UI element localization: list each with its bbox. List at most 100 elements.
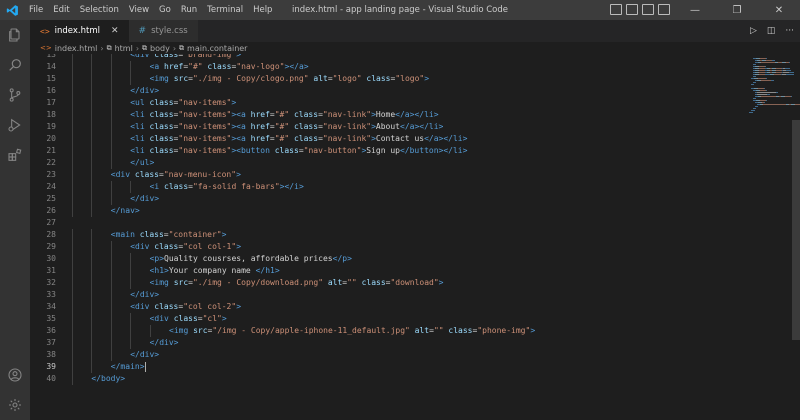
indent-guide: [72, 229, 73, 241]
code-token: <div: [130, 54, 155, 59]
code-line[interactable]: 27: [30, 217, 740, 229]
code-line[interactable]: 31 <h1>Your company name </h1>: [30, 265, 740, 277]
indent-guide: [130, 253, 132, 265]
code-line[interactable]: 13 <div class="brand-img">: [30, 54, 740, 61]
breadcrumb-item[interactable]: index.html: [55, 44, 98, 53]
code-token: <i: [149, 182, 165, 191]
customize-layout-icon[interactable]: [658, 4, 670, 15]
menu-item-selection[interactable]: Selection: [75, 0, 124, 20]
line-number: 31: [46, 266, 56, 275]
explorer-icon[interactable]: [0, 20, 30, 50]
indent-guide: [72, 193, 73, 205]
indent-guide: [91, 85, 93, 97]
code-line[interactable]: 26 </nav>: [30, 205, 740, 217]
code-token: "#": [274, 110, 294, 119]
code-line[interactable]: 21 <li class="nav-items"><button class="n…: [30, 145, 740, 157]
code-line[interactable]: 24 <i class="fa-solid fa-bars"></i>: [30, 181, 740, 193]
more-actions-icon[interactable]: ···: [785, 26, 794, 36]
editor-scrollbar[interactable]: [792, 120, 800, 340]
code-line[interactable]: 18 <li class="nav-items"><a href="#" clas…: [30, 109, 740, 121]
restore-button[interactable]: ❐: [716, 0, 758, 20]
code-line[interactable]: 33 </div>: [30, 289, 740, 301]
settings-gear-icon[interactable]: [0, 390, 30, 420]
code-token: class: [293, 110, 319, 119]
code-line[interactable]: 22 </ul>: [30, 157, 740, 169]
extensions-icon[interactable]: [0, 140, 30, 170]
indent-guide: [72, 373, 73, 385]
code-line[interactable]: 14 <a href="#" class="nav-logo"></a>: [30, 61, 740, 73]
menu-item-file[interactable]: File: [24, 0, 48, 20]
code-token: class: [149, 134, 174, 143]
indent-guide: [91, 73, 93, 85]
code-line[interactable]: 17 <ul class="nav-items">: [30, 97, 740, 109]
indent-guide: [110, 97, 112, 109]
breadcrumb-item[interactable]: html: [115, 44, 133, 53]
code-token: <div: [110, 170, 135, 179]
code-token: class: [361, 278, 386, 287]
breadcrumb-separator-icon: ›: [135, 43, 140, 53]
code-line[interactable]: 39 </main>: [30, 361, 740, 373]
code-token: Quality cousrses, affordable prices: [164, 254, 333, 263]
run-icon[interactable]: ▷: [750, 26, 757, 36]
account-icon[interactable]: [0, 360, 30, 390]
menu-item-run[interactable]: Run: [176, 0, 202, 20]
minimap-line: [795, 104, 800, 105]
code-line[interactable]: 20 <li class="nav-items"><a href="#" clas…: [30, 133, 740, 145]
code-line[interactable]: 19 <li class="nav-items"><a href="#" clas…: [30, 121, 740, 133]
code-line[interactable]: 38 </div>: [30, 349, 740, 361]
code-token: src: [193, 326, 208, 335]
breadcrumb-item[interactable]: main.container: [187, 44, 247, 53]
indent-guide: [91, 361, 93, 373]
editor-actions: ▷ ◫ ···: [750, 20, 794, 42]
code-line[interactable]: 40 </body>: [30, 373, 740, 385]
code-token: Your company name: [168, 266, 256, 275]
code-token: </a></li>: [395, 110, 439, 119]
menu-item-terminal[interactable]: Terminal: [202, 0, 248, 20]
indent-guide: [72, 289, 73, 301]
breadcrumb-item[interactable]: body: [150, 44, 170, 53]
code-editor[interactable]: 13 <div class="brand-img"> 14 <a href="#" c…: [30, 54, 800, 420]
code-token: >: [236, 302, 242, 311]
code-line[interactable]: 32 <img src="./img - Copy/download.png" a…: [30, 277, 740, 289]
toggle-secondary-sidebar-icon[interactable]: [642, 4, 654, 15]
menu-item-help[interactable]: Help: [248, 0, 277, 20]
menu-item-view[interactable]: View: [124, 0, 154, 20]
source-control-icon[interactable]: [0, 80, 30, 110]
menu-item-edit[interactable]: Edit: [48, 0, 74, 20]
code-line[interactable]: 30 <p>Quality cousrses, affordable prices…: [30, 253, 740, 265]
code-line[interactable]: 29 <div class="col col-1">: [30, 241, 740, 253]
code-line[interactable]: 15 <img src="./img - Copy/clogo.png" alt=…: [30, 73, 740, 85]
toggle-sidebar-icon[interactable]: [610, 4, 622, 15]
code-line[interactable]: 28 <main class="container">: [30, 229, 740, 241]
code-line[interactable]: 36 <img src="/img - Copy/apple-iphone-11_…: [30, 325, 740, 337]
close-tab-icon[interactable]: ✕: [111, 26, 119, 36]
code-line[interactable]: 25 </div>: [30, 193, 740, 205]
line-number: 27: [46, 218, 56, 227]
code-line[interactable]: 16 </div>: [30, 85, 740, 97]
split-editor-icon[interactable]: ◫: [767, 26, 776, 36]
indent-guide: [91, 349, 93, 361]
run-debug-icon[interactable]: [0, 110, 30, 140]
tab-index-html[interactable]: <> index.html ✕: [30, 20, 129, 42]
minimap-line: [761, 62, 775, 63]
close-window-button[interactable]: ✕: [758, 0, 800, 20]
indent-guide: [149, 325, 151, 337]
minimize-button[interactable]: —: [674, 0, 716, 20]
code-token: alt: [313, 74, 328, 83]
indent-guide: [72, 121, 73, 133]
tab-style-css[interactable]: # style.css: [128, 20, 199, 42]
minimap[interactable]: [745, 54, 800, 134]
code-line[interactable]: 37 </div>: [30, 337, 740, 349]
code-line[interactable]: 23 <div class="nav-menu-icon">: [30, 169, 740, 181]
menu-item-go[interactable]: Go: [154, 0, 176, 20]
minimap-line: [758, 78, 766, 79]
code-token: "nav-items": [178, 134, 232, 143]
code-text: <div class="nav-menu-icon">: [111, 169, 241, 181]
code-line[interactable]: 34 <div class="col col-2">: [30, 301, 740, 313]
search-icon[interactable]: [0, 50, 30, 80]
indent-guide: [110, 85, 112, 97]
code-line[interactable]: 35 <div class="cl">: [30, 313, 740, 325]
toggle-panel-icon[interactable]: [626, 4, 638, 15]
code-token: <li: [130, 110, 150, 119]
code-token: class: [366, 74, 391, 83]
